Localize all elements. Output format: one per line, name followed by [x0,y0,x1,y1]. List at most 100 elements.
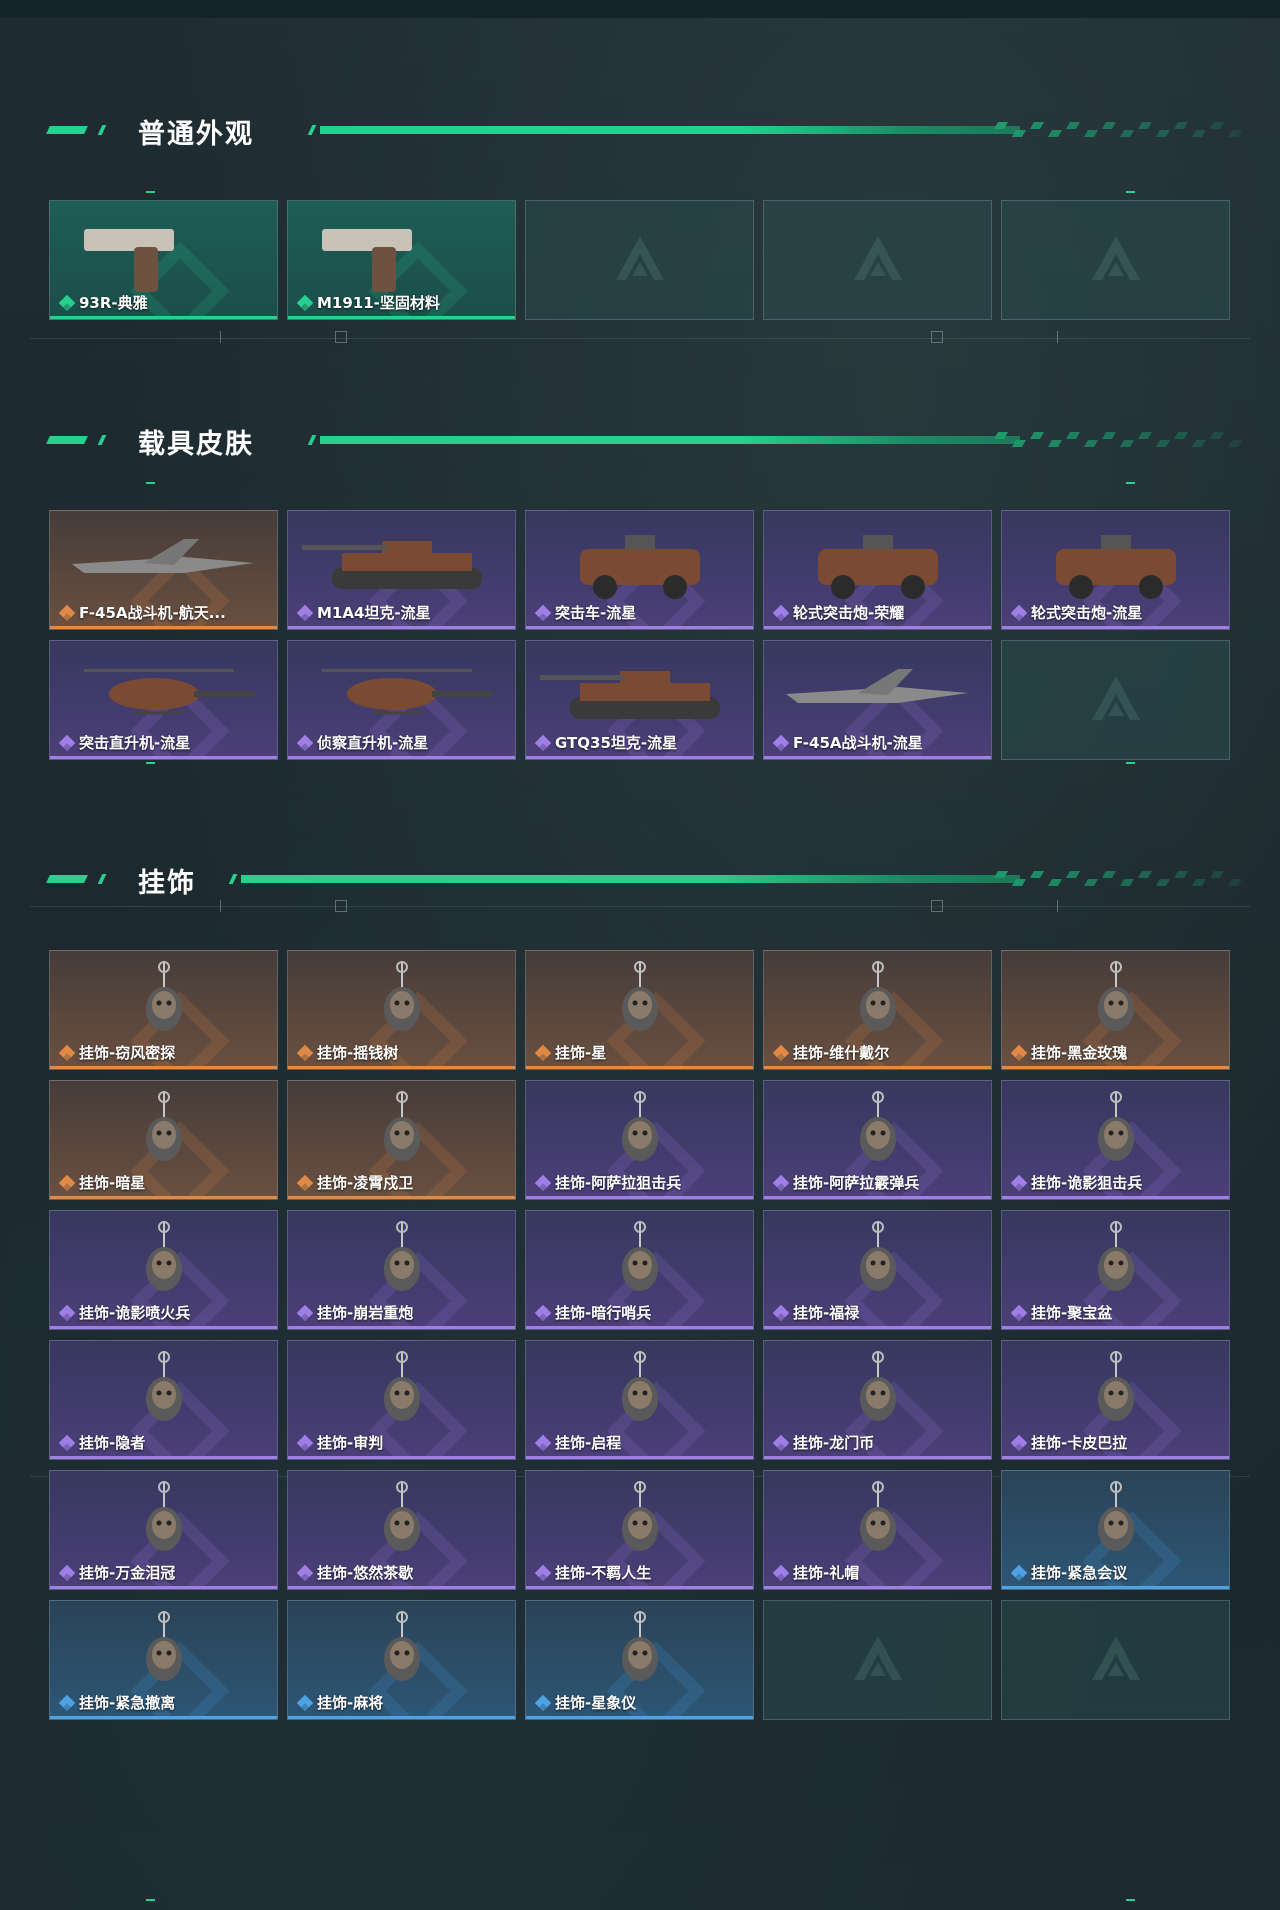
item-card[interactable]: M1911-坚固材料 [287,200,516,320]
armored-car-icon [1055,535,1176,599]
item-card[interactable]: 挂饰-聚宝盆 [1001,1210,1230,1330]
item-card[interactable]: 挂饰-礼帽 [763,1470,992,1590]
item-card[interactable]: 突击车-流星 [525,510,754,630]
item-card[interactable]: 挂饰-悠然茶歇 [287,1470,516,1590]
item-label: 挂饰-福禄 [772,1302,859,1323]
checker-cell [1011,440,1027,447]
rarity-diamond-icon [534,1044,552,1061]
item-label: 轮式突击炮-流星 [1010,602,1142,623]
item-card[interactable]: 93R-典雅 [49,200,278,320]
corner-dash [146,1899,155,1901]
item-label: F-45A战斗机-流星 [772,732,923,753]
item-label: 侦察直升机-流星 [296,732,428,753]
section-header-vehicle-skins: 载具皮肤 [46,418,1243,460]
item-label: 挂饰-启程 [534,1432,621,1453]
item-card[interactable]: 挂饰-龙门币 [763,1340,992,1460]
item-label: 挂饰-诡影喷火兵 [58,1302,190,1323]
checker-cell [1173,122,1189,129]
checker-cell [993,122,1009,129]
rarity-bar [526,1586,753,1589]
item-card[interactable]: 挂饰-福禄 [763,1210,992,1330]
tank-icon [539,671,720,719]
item-card[interactable]: GTQ35坦克-流星 [525,640,754,760]
item-card[interactable]: 挂饰-麻将 [287,1600,516,1720]
item-name: 挂饰-诡影狙击兵 [1031,1174,1143,1192]
rarity-diamond-icon [772,1304,790,1321]
item-card[interactable]: 侦察直升机-流星 [287,640,516,760]
empty-item-slot [1001,200,1230,320]
rarity-diamond-icon [772,604,790,621]
item-card[interactable]: 挂饰-窃风密探 [49,950,278,1070]
checker-cell [1119,879,1135,886]
header-line [320,126,1020,134]
item-card[interactable]: 挂饰-隐者 [49,1340,278,1460]
item-card[interactable]: 挂饰-黑金玫瑰 [1001,950,1230,1070]
item-card[interactable]: 挂饰-维什戴尔 [763,950,992,1070]
item-card[interactable]: 挂饰-崩岩重炮 [287,1210,516,1330]
item-label: F-45A战斗机-航天... [58,602,226,623]
item-name: 挂饰-维什戴尔 [793,1044,890,1062]
rarity-diamond-icon [296,1694,314,1711]
weapon-skins-grid: 93R-典雅 M1911-坚固材料 [49,200,1231,330]
item-card[interactable]: 挂饰-不羁人生 [525,1470,754,1590]
rarity-bar [764,1456,991,1459]
item-card[interactable]: 挂饰-暗行哨兵 [525,1210,754,1330]
vehicle-skins-grid: F-45A战斗机-航天... M1A4坦克-流星 突击车-流星 轮式突击炮-荣耀 轮式突… [49,510,1231,770]
item-card[interactable]: 挂饰-诡影喷火兵 [49,1210,278,1330]
charms-grid: 挂饰-窃风密探 挂饰-摇钱树 挂饰-星 挂饰-维什戴尔 挂饰-黑金玫瑰挂饰-暗星 挂饰-凌… [49,950,1231,1730]
rarity-bar [526,1066,753,1069]
item-card[interactable]: F-45A战斗机-流星 [763,640,992,760]
item-card[interactable]: M1A4坦克-流星 [287,510,516,630]
charm-icon [145,961,182,1031]
empty-item-slot [763,1600,992,1720]
item-card[interactable]: 挂饰-凌霄戍卫 [287,1080,516,1200]
item-name: 挂饰-凌霄戍卫 [317,1174,414,1192]
rarity-bar [1002,626,1229,629]
charm-icon [145,1351,182,1421]
corner-dash [146,482,155,484]
item-card[interactable]: 轮式突击炮-流星 [1001,510,1230,630]
item-card[interactable]: 挂饰-诡影狙击兵 [1001,1080,1230,1200]
item-card[interactable]: 轮式突击炮-荣耀 [763,510,992,630]
item-card[interactable]: 挂饰-星 [525,950,754,1070]
item-card[interactable]: 挂饰-卡皮巴拉 [1001,1340,1230,1460]
rarity-diamond-icon [58,1564,76,1581]
pistol-icon [321,229,412,292]
item-name: F-45A战斗机-流星 [793,734,923,752]
item-card[interactable]: 挂饰-紧急撤离 [49,1600,278,1720]
charm-icon [621,1611,658,1681]
header-accent [46,126,88,134]
item-card[interactable]: 挂饰-星象仪 [525,1600,754,1720]
item-card[interactable]: F-45A战斗机-航天... [49,510,278,630]
checker-cell [1209,871,1225,878]
charm-icon [859,1091,896,1161]
item-card[interactable]: 突击直升机-流星 [49,640,278,760]
rarity-diamond-icon [1010,1174,1028,1191]
rarity-diamond-icon [296,294,314,311]
item-card[interactable]: 挂饰-阿萨拉狙击兵 [525,1080,754,1200]
top-bar [0,0,1280,18]
item-card[interactable]: 挂饰-审判 [287,1340,516,1460]
item-card[interactable]: 挂饰-启程 [525,1340,754,1460]
rarity-bar [1002,1066,1229,1069]
item-label: 挂饰-不羁人生 [534,1562,651,1583]
rarity-bar [764,1196,991,1199]
rarity-diamond-icon [772,1434,790,1451]
item-card[interactable]: 挂饰-紧急会议 [1001,1470,1230,1590]
rarity-diamond-icon [534,734,552,751]
charm-icon [621,961,658,1031]
checker-cell [1209,432,1225,439]
rarity-diamond-icon [296,1304,314,1321]
item-card[interactable]: 挂饰-万金泪冠 [49,1470,278,1590]
item-card[interactable]: 挂饰-阿萨拉霰弹兵 [763,1080,992,1200]
hud-line [30,338,1250,339]
item-card[interactable]: 挂饰-摇钱树 [287,950,516,1070]
section-title: 载具皮肤 [138,429,254,460]
item-card[interactable]: 挂饰-暗星 [49,1080,278,1200]
hud-tick [220,900,221,912]
rarity-bar [288,1586,515,1589]
checker-cell [1227,440,1243,447]
rarity-diamond-icon [58,1304,76,1321]
charm-icon [383,1481,420,1551]
rarity-diamond-icon [296,1174,314,1191]
